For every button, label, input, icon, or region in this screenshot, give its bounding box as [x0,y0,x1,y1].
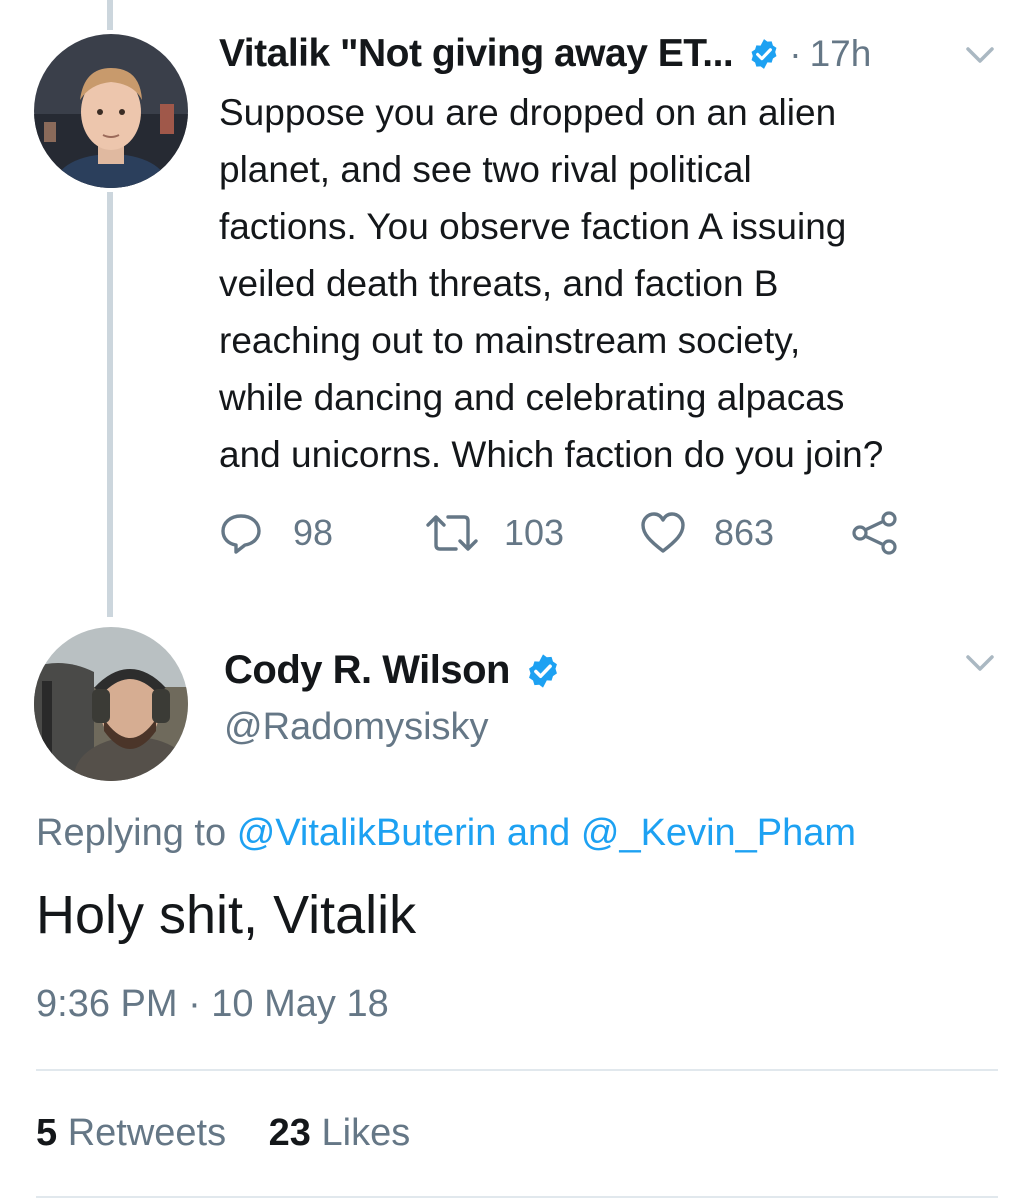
chevron-down-icon[interactable] [963,44,997,68]
tweet-text-line: and unicorns. Which faction do you join? [219,434,884,475]
tweet-text-line: reaching out to mainstream society, [219,320,801,361]
likes-count: 23 [268,1112,311,1154]
display-name[interactable]: Cody R. Wilson [224,648,510,693]
thread-connector [107,192,113,617]
thread-connector-top [107,0,113,30]
main-tweet-header: Cody R. Wilson [224,648,562,693]
tweet-timestamp: 9:36 PM · 10 May 18 [36,983,389,1025]
reply-button[interactable]: 98 [219,508,333,558]
tweet-time[interactable]: 17h [810,33,872,75]
verified-badge-icon [747,37,781,71]
display-name[interactable]: Vitalik "Not giving away ET... [219,32,734,76]
like-icon [640,511,686,555]
retweets-stat[interactable]: 5 Retweets [36,1112,226,1154]
mention-link[interactable]: @_Kevin_Pham [581,812,856,854]
reply-icon [219,511,263,555]
retweet-icon [424,511,480,555]
user-handle[interactable]: @Radomysisky [224,706,489,749]
tweet-text-line: factions. You observe faction A issuing [219,206,847,247]
share-icon [851,511,899,555]
reply-count: 98 [293,512,334,553]
tweet-text: Holy shit, Vitalik [36,885,417,945]
tweet-text-line: while dancing and celebrating alpacas [219,377,845,418]
verified-badge-icon [524,652,562,690]
divider [36,1196,998,1198]
likes-label: Likes [321,1112,411,1154]
replying-and[interactable]: and [507,812,570,854]
retweets-label: Retweets [67,1112,227,1154]
time-separator: · [789,33,802,74]
parent-tweet-header: Vitalik "Not giving away ET... · 17h [219,30,871,78]
like-button[interactable]: 863 [640,508,774,558]
avatar[interactable] [34,34,188,188]
divider [36,1069,998,1071]
replying-to: Replying to @VitalikButerin and @_Kevin_… [36,812,856,855]
share-button[interactable] [851,508,899,558]
chevron-down-icon[interactable] [963,652,997,676]
likes-stat[interactable]: 23 Likes [269,1112,411,1154]
retweets-count: 5 [36,1112,58,1154]
parent-tweet-text: Suppose you are dropped on an alien plan… [219,84,1019,483]
retweet-count: 103 [504,512,565,553]
avatar[interactable] [34,627,188,781]
tweet-text-line: planet, and see two rival political [219,149,752,190]
mention-link[interactable]: @VitalikButerin [237,812,497,854]
retweet-button[interactable]: 103 [424,508,564,558]
like-count: 863 [714,512,775,553]
replying-prefix: Replying to [36,812,227,854]
tweet-text-line: Suppose you are dropped on an alien [219,92,837,133]
tweet-text-line: veiled death threats, and faction B [219,263,779,304]
tweet-stats: 5 Retweets 23 Likes [36,1112,410,1155]
